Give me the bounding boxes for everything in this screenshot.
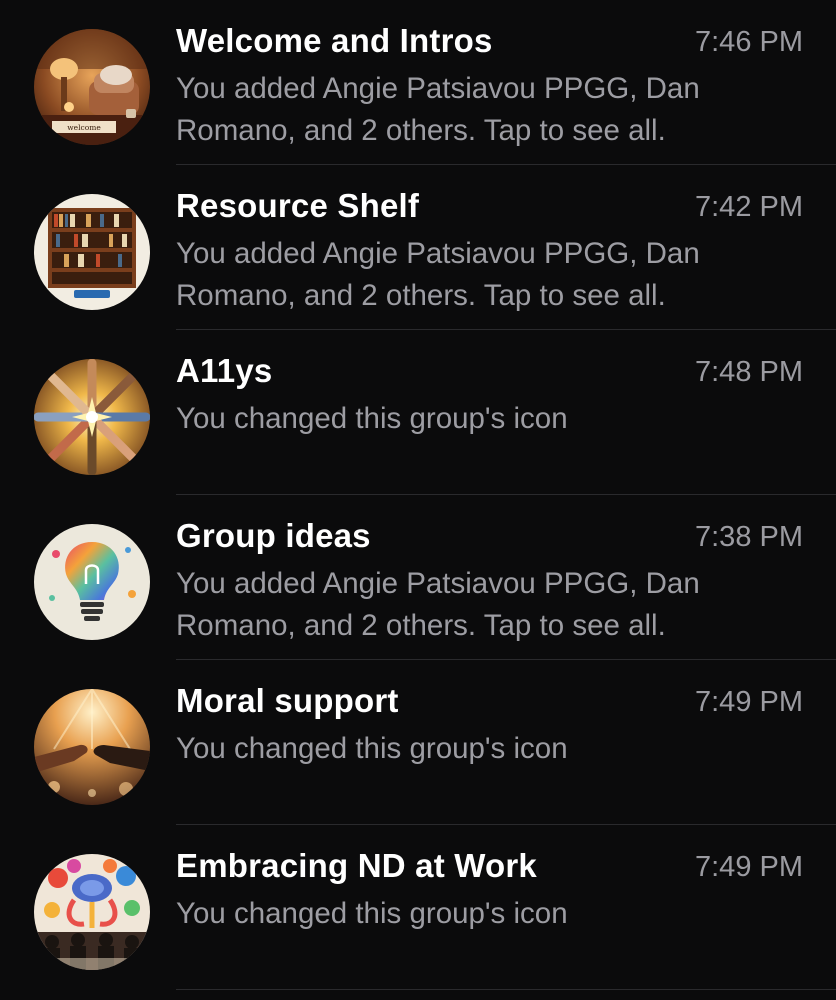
chat-preview: You changed this group's icon: [176, 732, 568, 765]
joined-hands-star-icon: [34, 359, 150, 475]
chat-row-resource-shelf[interactable]: Resource Shelf 7:42 PM You added Angie P…: [0, 165, 836, 330]
chat-list: welcome Welcome and Intros 7:46 PM You a…: [0, 0, 836, 1000]
chat-preview: You changed this group's icon: [176, 897, 568, 930]
chat-title: Moral support: [176, 682, 399, 719]
chat-title: Embracing ND at Work: [176, 847, 537, 884]
chat-timestamp: 7:48 PM: [695, 356, 803, 388]
chat-timestamp: 7:46 PM: [695, 26, 803, 58]
chat-timestamp: 7:49 PM: [695, 851, 803, 883]
chat-timestamp: 7:42 PM: [695, 191, 803, 223]
chat-timestamp: 7:38 PM: [695, 521, 803, 553]
colorful-brain-meeting-icon: [34, 854, 150, 970]
chat-title: Group ideas: [176, 517, 371, 554]
avatar-welcome-text: welcome: [67, 123, 101, 132]
chat-title: Welcome and Intros: [176, 22, 493, 59]
chat-timestamp: 7:49 PM: [695, 686, 803, 718]
chat-title: A11ys: [176, 352, 273, 389]
cozy-room-welcome-icon: welcome: [34, 29, 150, 145]
chat-preview: You added Angie Patsiavou PPGG, Dan Roma…: [176, 72, 700, 147]
lightbulb-icon: [34, 524, 150, 640]
chat-row-moral-support[interactable]: Moral support 7:49 PM You changed this g…: [0, 660, 836, 825]
chat-preview: You added Angie Patsiavou PPGG, Dan Roma…: [176, 237, 700, 312]
bookshelf-icon: [34, 194, 150, 310]
chat-row-embracing-nd-at-work[interactable]: Embracing ND at Work 7:49 PM You changed…: [0, 825, 836, 990]
chat-preview: You changed this group's icon: [176, 402, 568, 435]
chat-row-group-ideas[interactable]: Group ideas 7:38 PM You added Angie Pats…: [0, 495, 836, 660]
chat-title: Resource Shelf: [176, 187, 420, 224]
chat-row-a11ys[interactable]: A11ys 7:48 PM You changed this group's i…: [0, 330, 836, 495]
chat-preview: You added Angie Patsiavou PPGG, Dan Roma…: [176, 567, 700, 642]
helping-hands-icon: [34, 689, 150, 805]
row-divider: [176, 989, 836, 990]
chat-row-welcome-and-intros[interactable]: welcome Welcome and Intros 7:46 PM You a…: [0, 0, 836, 165]
